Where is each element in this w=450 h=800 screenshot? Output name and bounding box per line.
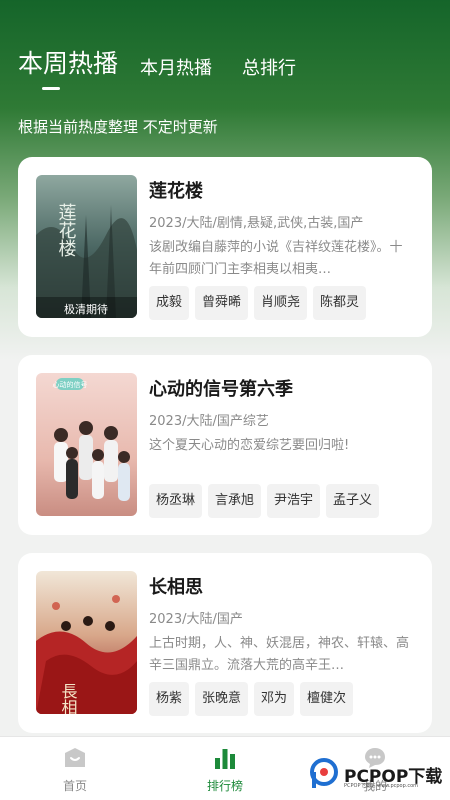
- cast-tag[interactable]: 陈都灵: [313, 286, 367, 320]
- show-card[interactable]: 長相思 长相思 2023/大陆/国产 上古时期，人、神、妖混居，神农、轩辕、高辛…: [18, 553, 432, 733]
- show-description: 这个夏天心动的恋爱综艺要回归啦!: [149, 438, 350, 453]
- nav-home-label: 首页: [62, 779, 87, 793]
- cast-tags: 成毅 曾舜晞 肖顺尧 陈都灵: [149, 286, 372, 320]
- cast-tags: 杨丞琳 言承旭 尹浩宇 孟子义: [149, 484, 385, 518]
- active-tab-indicator: [42, 87, 60, 90]
- show-description: 上古时期，人、神、妖混居，神农、轩辕、高辛三国鼎立。流落大荒的高辛王…: [149, 636, 410, 673]
- tab-weekly[interactable]: 本周热播: [18, 44, 118, 80]
- nav-ranking-label: 排行榜: [206, 779, 243, 793]
- pcpop-logo-icon: [310, 758, 338, 788]
- cast-tag[interactable]: 檀健次: [300, 682, 354, 716]
- cast-tag[interactable]: 杨紫: [149, 682, 190, 716]
- poster-image: 心动的信号: [36, 373, 137, 516]
- watermark-sub: PCPOP下载站 www.pcpop.com: [344, 783, 419, 789]
- show-meta: 2023/大陆/国产: [149, 612, 243, 627]
- poster-image: 長相思: [36, 571, 137, 714]
- poster-caption-text: 极清期待: [64, 302, 108, 316]
- poster-title-text: 長相思: [59, 683, 78, 714]
- ranking-subtitle: 根据当前热度整理 不定时更新: [18, 118, 218, 136]
- cast-tag[interactable]: 张晚意: [195, 682, 249, 716]
- cast-tag[interactable]: 言承旭: [208, 484, 262, 518]
- show-description: 该剧改编自藤萍的小说《吉祥纹莲花楼》。十年前四顾门门主李相夷以相夷…: [149, 240, 403, 277]
- show-meta: 2023/大陆/剧情,悬疑,武侠,古装,国产: [149, 216, 364, 231]
- poster-image: 莲花楼 极清期待: [36, 175, 137, 318]
- show-meta: 2023/大陆/国产综艺: [149, 414, 269, 429]
- tab-bar: 本周热播 本月热播 总排行: [18, 44, 326, 80]
- chart-icon: [185, 745, 265, 771]
- cast-tags: 杨紫 张晚意 邓为 檀健次: [149, 682, 359, 716]
- tab-all-time[interactable]: 总排行: [242, 54, 296, 80]
- show-card[interactable]: 心动的信号 心动的信号第六季 2023/大陆/国产综艺 这个夏天心动的恋爱综艺要…: [18, 355, 432, 535]
- home-icon: [35, 745, 115, 771]
- tab-monthly[interactable]: 本月热播: [140, 54, 212, 80]
- cast-tag[interactable]: 成毅: [149, 286, 190, 320]
- cast-tag[interactable]: 孟子义: [326, 484, 380, 518]
- cast-tag[interactable]: 肖顺尧: [254, 286, 308, 320]
- cast-tag[interactable]: 邓为: [254, 682, 295, 716]
- pcpop-watermark: PCPOP下载 PCPOP下载站 www.pcpop.com: [308, 758, 442, 790]
- cast-tag[interactable]: 曾舜晞: [195, 286, 249, 320]
- poster-title-text: 莲花楼: [56, 203, 77, 257]
- show-title: 长相思: [149, 577, 203, 598]
- nav-ranking[interactable]: 排行榜: [185, 745, 265, 794]
- cast-tag[interactable]: 尹浩宇: [267, 484, 321, 518]
- show-card[interactable]: 莲花楼 极清期待 莲花楼 2023/大陆/剧情,悬疑,武侠,古装,国产 该剧改编…: [18, 157, 432, 337]
- show-title: 莲花楼: [149, 181, 203, 202]
- show-title: 心动的信号第六季: [149, 379, 293, 400]
- cast-tag[interactable]: 杨丞琳: [149, 484, 203, 518]
- poster-logo-text: 心动的信号: [53, 380, 88, 389]
- nav-home[interactable]: 首页: [35, 745, 115, 794]
